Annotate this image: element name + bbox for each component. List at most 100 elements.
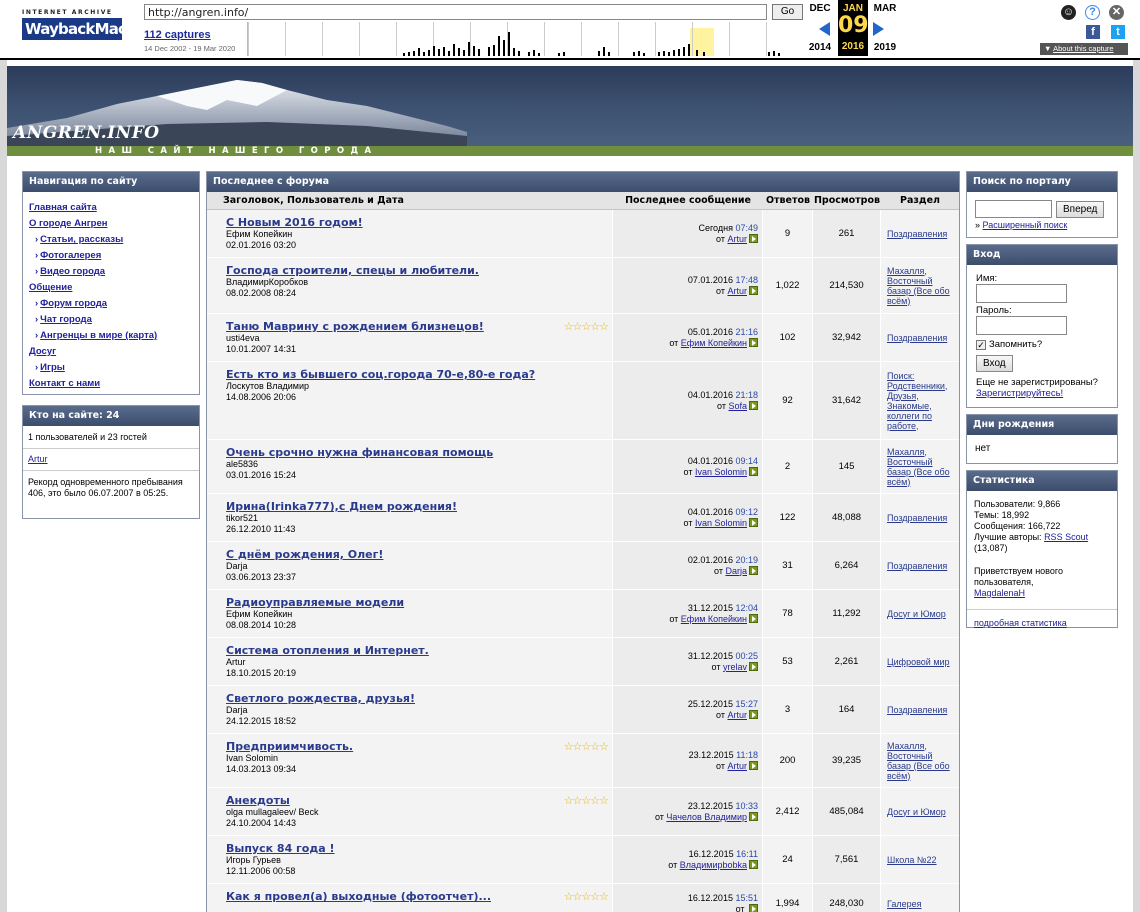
site-logo[interactable]: ANGREN.INFO [13,123,160,143]
goto-last-post-icon[interactable] [749,285,758,295]
last-post-user-link[interactable]: yrelav [723,662,747,672]
facebook-icon[interactable]: f [1086,25,1100,39]
section-link[interactable]: Галерея [887,899,922,909]
goto-last-post-icon[interactable] [749,760,758,770]
last-post-user-link[interactable]: Владимирbobka [680,860,747,870]
wayback-url-input[interactable]: http://angren.info/ [144,4,767,20]
nav-item[interactable]: Главная сайта [29,200,193,216]
nav-item[interactable]: Фотогалерея [29,248,193,264]
nav-item[interactable]: Видео города [29,264,193,280]
last-post-user-link[interactable]: Artur [727,234,747,244]
goto-last-post-icon[interactable] [749,811,758,821]
last-post-user-link[interactable]: Artur [727,710,747,720]
section-link[interactable]: Поздравления [887,705,947,715]
next-year[interactable]: 2019 [870,42,900,53]
close-icon[interactable]: ✕ [1109,5,1124,20]
nav-item[interactable]: Досуг [29,344,193,360]
topic-cell: Господа строители, спецы и любители. Влад… [207,258,613,313]
section-link[interactable]: Махалля, Восточный базар (Все обо всём) [887,741,957,781]
topic-title-link[interactable]: Есть кто из бывшего соц.города 70-е,80-е… [226,368,608,381]
last-post-user-link[interactable]: Чачелов Владимир [666,812,747,822]
goto-last-post-icon[interactable] [749,337,758,347]
last-post-user-link[interactable]: Sofa [728,401,747,411]
next-month[interactable]: MAR [870,3,900,14]
nav-box-title: Навигация по сайту [23,172,199,192]
goto-last-post-icon[interactable] [749,517,758,527]
goto-last-post-icon[interactable] [749,903,758,912]
next-capture-arrow-icon[interactable] [873,22,884,36]
login-name-input[interactable] [976,284,1067,303]
goto-last-post-icon[interactable] [749,466,758,476]
prev-capture-arrow-icon[interactable] [819,22,830,36]
best-author-link[interactable]: RSS Scout [1044,532,1088,542]
last-post-user-link[interactable]: Artur [727,286,747,296]
wayback-logo[interactable]: INTERNET ARCHIVE WaybackMachine [22,9,160,40]
nav-item[interactable]: Чат города [29,312,193,328]
wayback-go-button[interactable]: Go [772,4,803,20]
last-post-user-link[interactable]: Darja [725,566,747,576]
section-link[interactable]: Поздравления [887,229,947,239]
section-link[interactable]: Досуг и Юмор [887,609,946,619]
section-link[interactable]: Досуг и Юмор [887,807,946,817]
topic-title-link[interactable]: С Новым 2016 годом! [226,216,608,229]
section-link[interactable]: Поздравления [887,333,947,343]
search-input[interactable] [975,200,1052,218]
site-banner: ANGREN.INFO [7,66,1133,146]
nav-item[interactable]: Контакт с нами [29,376,193,392]
login-password-input[interactable] [976,316,1067,335]
nav-item[interactable]: Общение [29,280,193,296]
section-link[interactable]: Цифровой мир [887,657,950,667]
remember-checkbox[interactable]: ✓ [976,339,986,350]
topic-title-link[interactable]: Господа строители, спецы и любители. [226,264,608,277]
section-link[interactable]: Школа №22 [887,855,937,865]
topic-title-link[interactable]: Система отопления и Интернет. [226,644,608,657]
topic-title-link[interactable]: Предприимчивость. [226,740,608,753]
topic-title-link[interactable]: Как я провел(а) выходные (фотоотчет)... [226,890,608,903]
nav-item[interactable]: О городе Ангрен [29,216,193,232]
nav-item[interactable]: Игры [29,360,193,376]
about-capture-button[interactable]: ▼ About this capture [1040,43,1128,55]
section-link[interactable]: Махалля, Восточный базар (Все обо всём) [887,266,957,306]
user-account-icon[interactable]: ☺ [1061,5,1076,20]
goto-last-post-icon[interactable] [749,233,758,243]
goto-last-post-icon[interactable] [749,661,758,671]
goto-last-post-icon[interactable] [749,565,758,575]
captures-sparkline[interactable] [247,22,802,56]
topic-title-link[interactable]: Светлого рождества, друзья! [226,692,608,705]
topic-title-link[interactable]: Выпуск 84 года ! [226,842,608,855]
last-post-user-link[interactable]: Ivan Solomin [695,518,747,528]
last-post-user-link[interactable]: Ефим Копейкин [681,338,747,348]
section-link[interactable]: Поиск: Родственники, Друзья, Знакомые, к… [887,371,957,431]
topic-title-link[interactable]: Анекдоты [226,794,608,807]
topic-title-link[interactable]: Очень срочно нужна финансовая помощь [226,446,608,459]
goto-last-post-icon[interactable] [749,613,758,623]
goto-last-post-icon[interactable] [749,859,758,869]
online-user-link[interactable]: Artur [28,454,48,464]
last-post-user-link[interactable]: Ivan Solomin [695,467,747,477]
section-link[interactable]: Махалля, Восточный базар (Все обо всём) [887,447,957,487]
last-post-user-link[interactable]: Ефим Копейкин [681,614,747,624]
prev-month[interactable]: DEC [805,3,835,14]
goto-last-post-icon[interactable] [749,400,758,410]
twitter-icon[interactable]: t [1111,25,1125,39]
register-link[interactable]: Зарегистрируйтесь! [976,388,1108,399]
topic-title-link[interactable]: Таню Маврину с рождением близнецов! [226,320,608,333]
help-icon[interactable]: ? [1085,5,1100,20]
captures-link[interactable]: 112 captures [144,29,211,41]
advanced-search-link[interactable]: Расширенный поиск [983,220,1068,230]
section-link[interactable]: Поздравления [887,561,947,571]
prev-year[interactable]: 2014 [805,42,835,53]
detail-stats-link[interactable]: подробная статистика [974,618,1067,628]
topic-title-link[interactable]: С днём рождения, Олег! [226,548,608,561]
new-user-link[interactable]: MagdalenaH [974,588,1025,598]
section-link[interactable]: Поздравления [887,513,947,523]
search-button[interactable]: Вперед [1056,200,1105,218]
nav-item[interactable]: Форум города [29,296,193,312]
last-post-user-link[interactable]: Artur [727,761,747,771]
nav-item[interactable]: Статьи, рассказы [29,232,193,248]
topic-title-link[interactable]: Радиоуправляемые модели [226,596,608,609]
goto-last-post-icon[interactable] [749,709,758,719]
login-button[interactable]: Вход [976,355,1013,372]
topic-title-link[interactable]: Ирина(Irinka777),с Днем рождения! [226,500,608,513]
nav-item[interactable]: Ангренцы в мире (карта) [29,328,193,344]
